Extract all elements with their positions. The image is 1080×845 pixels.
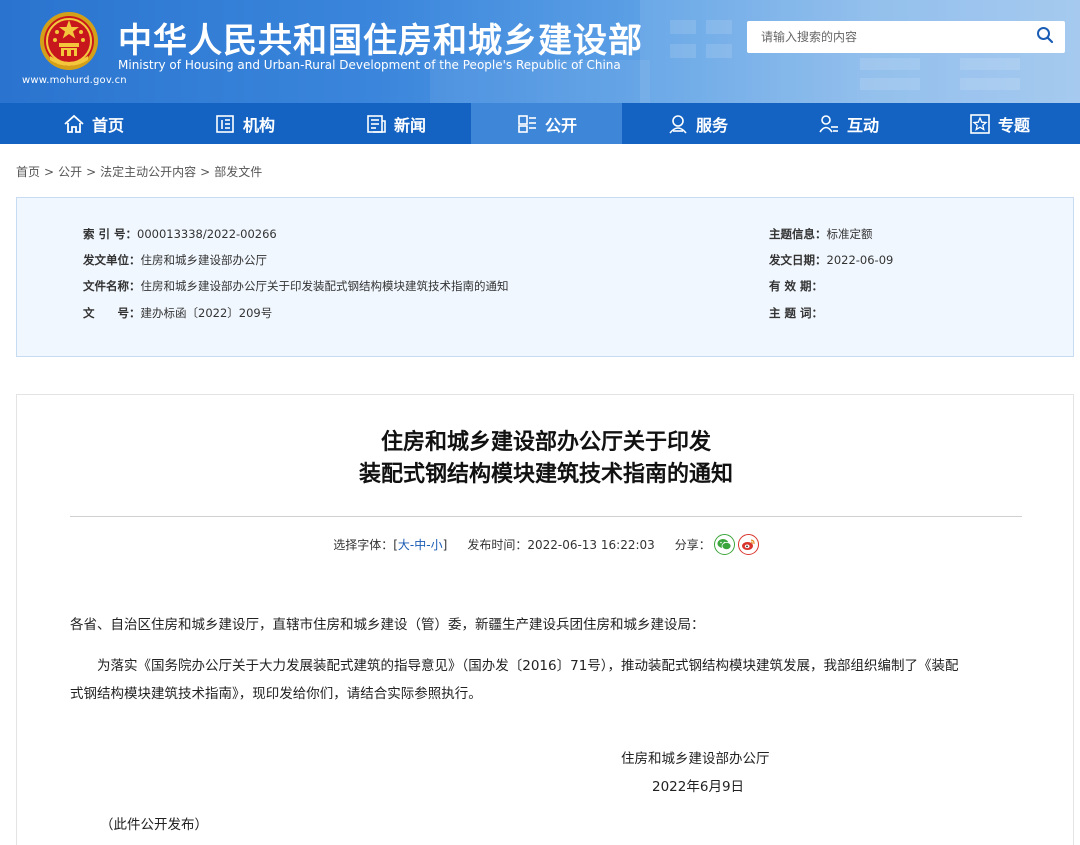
nav-item-topic[interactable]: 专题 xyxy=(924,103,1075,144)
nav-item-disclosure[interactable]: 公开 xyxy=(471,103,622,144)
breadcrumb-disclosure[interactable]: 公开 xyxy=(58,165,82,179)
article: 住房和城乡建设部办公厅关于印发 装配式钢结构模块建筑技术指南的通知 选择字体：[… xyxy=(16,394,1074,845)
weibo-share-icon[interactable] xyxy=(737,534,759,555)
site-header: www.mohurd.gov.cn 中华人民共和国住房和城乡建设部 Minist… xyxy=(0,0,1080,103)
share-label: 分享： xyxy=(674,538,711,552)
disclosure-icon xyxy=(516,113,538,135)
public-note: （此件公开发布） xyxy=(100,817,208,833)
header-decor xyxy=(670,44,696,58)
meta-docno-value: 建办标函〔2022〕209号 xyxy=(140,306,273,320)
meta-issuer-value: 住房和城乡建设部办公厅 xyxy=(140,253,268,267)
meta-validity-label: 有 效 期： xyxy=(769,279,824,293)
salutation: 各省、自治区住房和城乡建设厅，直辖市住房和城乡建设（管）委，新疆生产建设兵团住房… xyxy=(70,617,705,633)
meta-issuer-row: 发文单位：住房和城乡建设部办公厅 xyxy=(83,252,267,268)
header-decor xyxy=(960,58,1020,70)
search-box xyxy=(747,21,1065,53)
meta-index-label: 索 引 号： xyxy=(83,227,138,241)
meta-date-row: 发文日期：2022-06-09 xyxy=(769,252,893,268)
nav-item-service[interactable]: 服务 xyxy=(622,103,773,144)
meta-docno-row: 文 号：建办标函〔2022〕209号 xyxy=(83,305,272,321)
meta-filename-value: 住房和城乡建设部办公厅关于印发装配式钢结构模块建筑技术指南的通知 xyxy=(140,279,509,293)
search-icon xyxy=(1036,26,1054,48)
meta-keywords-row: 主 题 词： xyxy=(769,305,823,321)
nav-item-news[interactable]: 新闻 xyxy=(320,103,471,144)
home-icon xyxy=(63,113,85,135)
font-size-small-link[interactable]: 小 xyxy=(431,536,443,553)
meta-validity-row: 有 效 期： xyxy=(769,278,823,294)
publish-time-label: 发布时间： xyxy=(467,538,528,552)
meta-index-value: 000013338/2022-00266 xyxy=(137,227,277,241)
header-decor xyxy=(706,44,732,58)
publish-time-value: 2022-06-13 16:22:03 xyxy=(527,537,655,552)
breadcrumb-separator: > xyxy=(200,165,211,179)
breadcrumb-separator: > xyxy=(44,165,55,179)
search-button[interactable] xyxy=(1025,22,1065,52)
breadcrumb: 首页 > 公开 > 法定主动公开内容 > 部发文件 xyxy=(16,163,262,180)
font-size-large-link[interactable]: 大 xyxy=(398,536,410,553)
nav-item-label: 首页 xyxy=(91,115,124,135)
service-icon xyxy=(667,113,689,135)
font-size-label: 选择字体：[ xyxy=(333,538,398,552)
header-decor xyxy=(860,58,920,70)
organization-icon xyxy=(214,113,236,135)
meta-filename-row: 文件名称：住房和城乡建设部办公厅关于印发装配式钢结构模块建筑技术指南的通知 xyxy=(83,278,509,294)
article-title-line-2: 装配式钢结构模块建筑技术指南的通知 xyxy=(358,462,733,487)
font-size-medium-link[interactable]: 中 xyxy=(414,536,426,553)
article-meta-bar: 选择字体：[ 大 - 中 - 小 ] 发布时间： 2022-06-13 16:2… xyxy=(17,534,1075,555)
wechat-share-icon[interactable] xyxy=(713,534,735,555)
site-url: www.mohurd.gov.cn xyxy=(22,75,127,86)
meta-topic-label: 主题信息： xyxy=(769,227,827,241)
header-decor xyxy=(860,78,920,90)
interaction-icon xyxy=(818,113,840,135)
breadcrumb-statutory-content[interactable]: 法定主动公开内容 xyxy=(100,165,196,179)
breadcrumb-separator: > xyxy=(86,165,97,179)
meta-keywords-label: 主 题 词： xyxy=(769,306,824,320)
nav-item-organization[interactable]: 机构 xyxy=(169,103,320,144)
font-size-bracket: ] xyxy=(442,537,448,552)
site-title[interactable]: 中华人民共和国住房和城乡建设部 xyxy=(118,13,643,62)
body-paragraph-line-2: 式钢结构模块建筑技术指南》，现印发给你们，请结合实际参照执行。 xyxy=(70,686,482,702)
meta-index-row: 索 引 号：000013338/2022-00266 xyxy=(83,226,277,242)
nav-item-label: 公开 xyxy=(544,115,577,135)
article-title-line-1: 住房和城乡建设部办公厅关于印发 xyxy=(380,430,711,455)
search-input[interactable] xyxy=(747,22,1025,52)
body-paragraph-line-1: 为落实《国务院办公厅关于大力发展装配式建筑的指导意见》（国办发〔2016〕71号… xyxy=(97,658,959,674)
meta-topic-row: 主题信息：标准定额 xyxy=(769,226,873,242)
signer: 住房和城乡建设部办公厅 xyxy=(621,751,770,767)
nav-item-interaction[interactable]: 互动 xyxy=(773,103,924,144)
document-meta-box: 索 引 号：000013338/2022-00266 发文单位：住房和城乡建设部… xyxy=(16,197,1074,357)
meta-filename-label: 文件名称： xyxy=(83,279,141,293)
meta-topic-value: 标准定额 xyxy=(826,227,873,241)
nav-item-label: 服务 xyxy=(695,115,728,135)
meta-date-value: 2022-06-09 xyxy=(826,253,894,267)
title-divider xyxy=(70,516,1022,517)
site-subtitle: Ministry of Housing and Urban-Rural Deve… xyxy=(118,58,621,72)
nav-item-label: 机构 xyxy=(242,115,275,135)
nav-item-label: 专题 xyxy=(997,115,1030,135)
sign-date: 2022年6月9日 xyxy=(652,779,745,795)
main-nav: 首页 机构 新闻 公开 服务 互动 专题 xyxy=(0,103,1080,144)
national-emblem-icon[interactable] xyxy=(38,10,100,72)
breadcrumb-home[interactable]: 首页 xyxy=(16,165,40,179)
breadcrumb-ministry-documents[interactable]: 部发文件 xyxy=(214,165,262,179)
topic-icon xyxy=(969,113,991,135)
meta-issuer-label: 发文单位： xyxy=(83,253,141,267)
news-icon xyxy=(365,113,387,135)
nav-item-label: 互动 xyxy=(846,115,879,135)
meta-docno-label: 文 号： xyxy=(83,306,141,320)
header-decor xyxy=(706,20,732,34)
header-decor xyxy=(670,20,696,34)
meta-date-label: 发文日期： xyxy=(769,253,827,267)
article-title: 住房和城乡建设部办公厅关于印发 装配式钢结构模块建筑技术指南的通知 xyxy=(17,427,1075,491)
nav-item-label: 新闻 xyxy=(393,115,426,135)
nav-item-home[interactable]: 首页 xyxy=(18,103,169,144)
header-decor xyxy=(960,78,1020,90)
